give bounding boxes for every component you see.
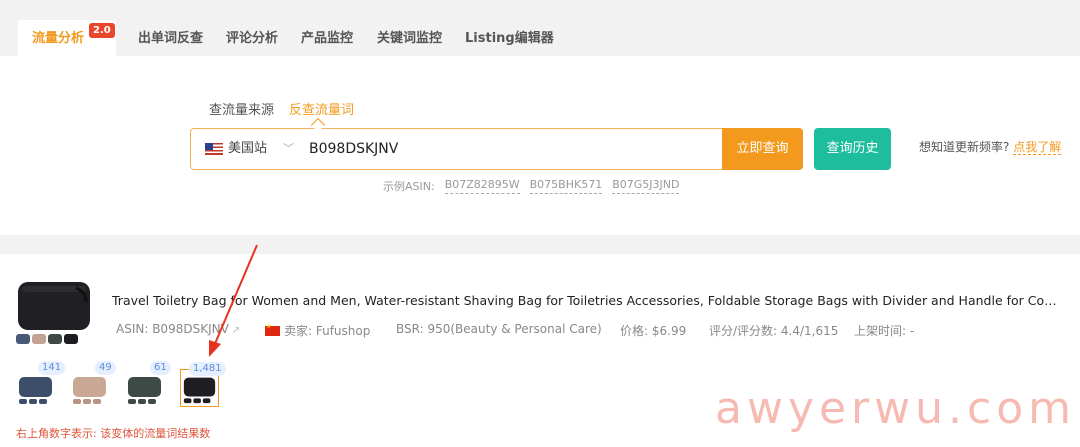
variant-thumb[interactable]: 49 (70, 361, 116, 407)
variant-count-hint: 右上角数字表示: 该变体的流量词结果数 (16, 427, 211, 440)
asin-search-input[interactable] (309, 138, 709, 160)
variant-keyword-count: 49 (95, 361, 116, 375)
query-history-button[interactable]: 查询历史 (814, 128, 891, 170)
external-link-icon[interactable]: ↗ (232, 325, 240, 336)
site-select[interactable]: 美国站 ﹀ (205, 129, 294, 169)
examples-label: 示例ASIN: (383, 180, 435, 193)
search-submit-button[interactable]: 立即查询 (722, 128, 803, 170)
site-label: 美国站 (228, 141, 268, 156)
update-frequency-link[interactable]: 点我了解 (1013, 140, 1062, 155)
us-flag-icon (205, 143, 223, 155)
bsr-meta: BSR: 950(Beauty & Personal Care) (396, 322, 602, 336)
price-meta: 价格: $6.99 (620, 324, 687, 338)
product-title[interactable]: Travel Toiletry Bag for Women and Men, W… (112, 293, 1057, 308)
mode-reverse-keywords[interactable]: 反查流量词 (289, 99, 354, 118)
update-question: 想知道更新频率? (919, 140, 1010, 154)
variant-thumb[interactable]: 141 (16, 361, 66, 407)
tab-product-monitor[interactable]: 产品监控 (301, 22, 353, 56)
asin-value: ASIN: B098DSKJNV (116, 322, 229, 336)
tab-bar: 流量分析 2.0 出单词反查 评论分析 产品监控 关键词监控 Listing编辑… (0, 0, 1080, 56)
tab-keyword-monitor[interactable]: 关键词监控 (377, 22, 442, 56)
tab-listing-editor[interactable]: Listing编辑器 (465, 22, 554, 56)
product-image[interactable] (14, 272, 94, 350)
tab-label: 流量分析 (32, 31, 85, 46)
variant-keyword-count: 141 (38, 361, 66, 375)
example-asin-link[interactable]: B075BHK571 (529, 178, 603, 194)
variant-thumb-selected[interactable]: 1,481 (180, 362, 226, 407)
example-asin-link[interactable]: B07Z82895W (444, 178, 520, 194)
update-frequency-note: 想知道更新频率? 点我了解 (919, 138, 1062, 155)
mode-traffic-source[interactable]: 查流量来源 (209, 99, 274, 118)
seller-meta: 卖家: Fufushop (265, 322, 370, 339)
seller-value: 卖家: Fufushop (284, 324, 371, 338)
tab-review-analysis[interactable]: 评论分析 (226, 22, 278, 56)
example-asin-link[interactable]: B07G5J3JND (612, 178, 680, 194)
variant-keyword-count: 1,481 (189, 362, 226, 376)
watermark-logo: awyerwu.com (715, 383, 1076, 434)
asin-meta: ASIN: B098DSKJNV ↗ (116, 322, 240, 336)
variant-keyword-count: 61 (150, 361, 171, 375)
china-flag-icon (265, 323, 280, 336)
chevron-down-icon: ﹀ (283, 142, 295, 155)
listed-date-meta: 上架时间: - (854, 324, 915, 338)
version-badge: 2.0 (89, 23, 115, 38)
tab-order-keyword-lookup[interactable]: 出单词反查 (138, 22, 203, 56)
search-panel: 查流量来源 反查流量词 美国站 ﹀ 立即查询 查询历史 想知道更新频率? 点我了… (0, 56, 1080, 235)
variant-thumb[interactable]: 61 (125, 361, 171, 407)
rating-meta: 评分/评分数: 4.4/1,615 (709, 324, 839, 338)
example-asins: 示例ASIN: B07Z82895W B075BHK571 B07G5J3JND (383, 178, 680, 194)
search-box: 美国站 ﹀ 立即查询 (190, 128, 803, 170)
